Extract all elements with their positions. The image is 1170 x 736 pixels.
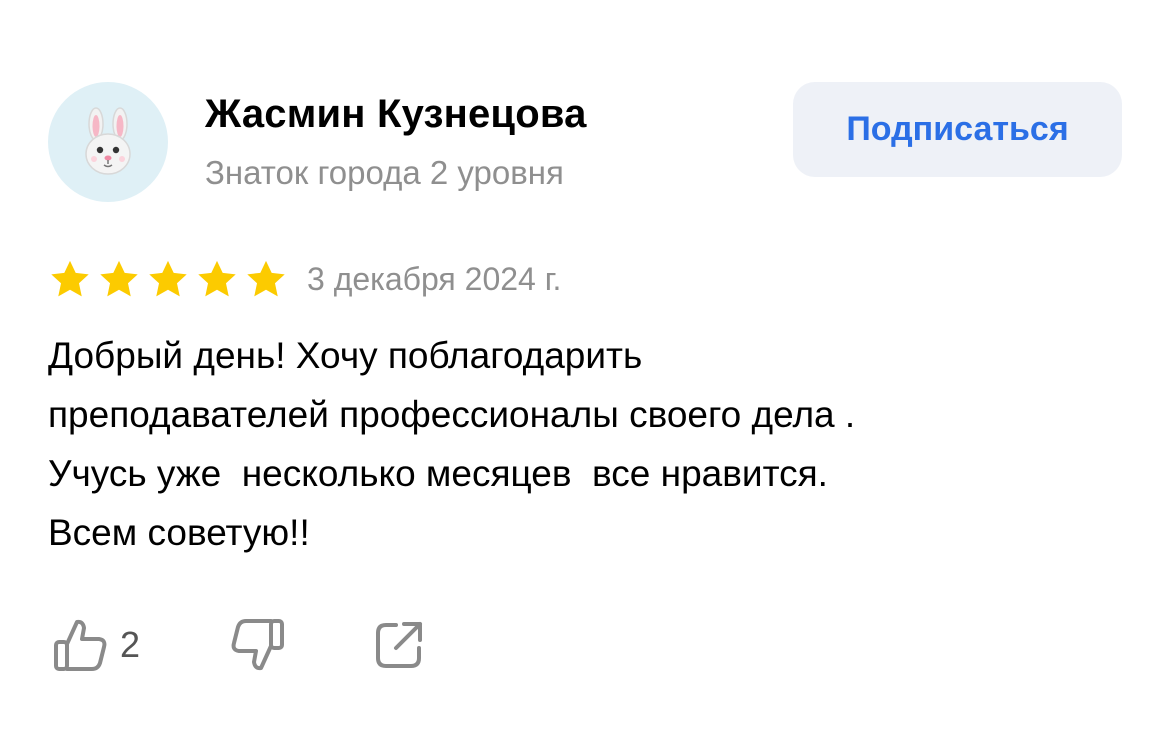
like-button[interactable]: 2 (52, 616, 140, 674)
review-text: Добрый день! Хочу поблагодарить преподав… (48, 335, 856, 553)
star-icon (247, 260, 285, 297)
author-level: Знаток города 2 уровня (205, 154, 564, 191)
thumbs-down-icon (228, 616, 286, 674)
star-rating (48, 258, 288, 302)
star-icon (100, 260, 138, 297)
dislike-button[interactable] (228, 616, 286, 674)
star-icon (198, 260, 236, 297)
review-date: 3 декабря 2024 г. (307, 261, 562, 297)
like-count: 2 (120, 624, 141, 665)
share-icon (372, 618, 426, 672)
thumbs-up-icon (52, 616, 110, 674)
subscribe-button[interactable]: Подписаться (793, 82, 1122, 177)
share-button[interactable] (372, 618, 426, 672)
author-name[interactable]: Жасмин Кузнецова (205, 92, 587, 137)
star-icon (149, 260, 187, 297)
rabbit-face-icon (76, 107, 140, 177)
avatar[interactable] (48, 82, 168, 202)
star-icon (51, 260, 89, 297)
